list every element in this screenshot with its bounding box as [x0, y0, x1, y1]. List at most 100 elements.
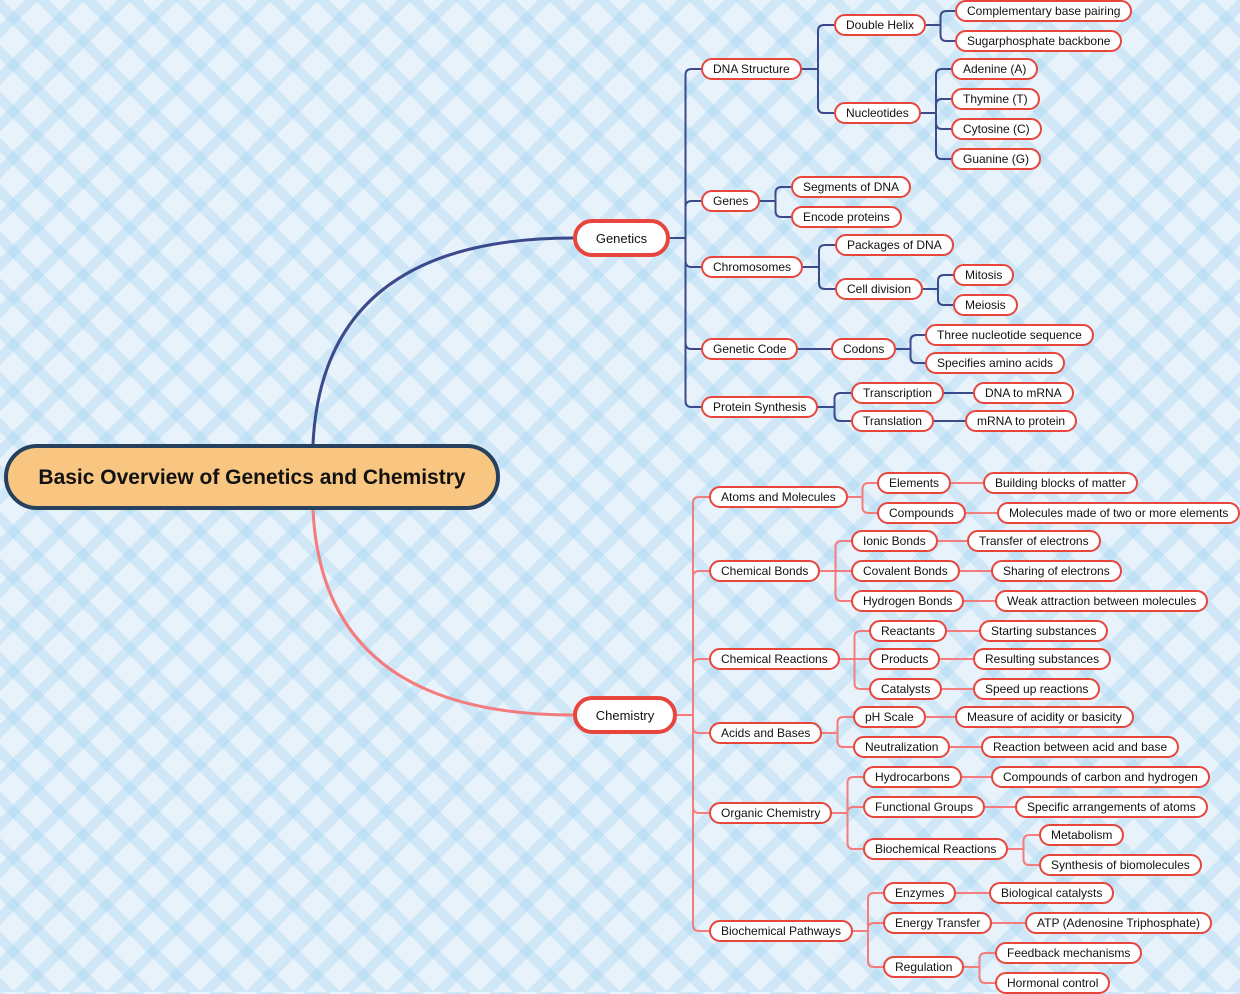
topic-mrna-to-protein[interactable]: mRNA to protein [965, 410, 1078, 432]
topic-adenine[interactable]: Adenine (A) [951, 58, 1039, 80]
topic-nucleotides[interactable]: Nucleotides [834, 102, 921, 124]
topic-molecules-made[interactable]: Molecules made of two or more elements [997, 502, 1240, 524]
topic-encode-proteins[interactable]: Encode proteins [791, 206, 902, 228]
topic-atoms-and-molecules[interactable]: Atoms and Molecules [709, 486, 848, 508]
connector-line [896, 348, 925, 364]
topic-transcription[interactable]: Transcription [851, 382, 944, 404]
topic-chemical-reactions[interactable]: Chemical Reactions [709, 648, 840, 670]
topic-reaction-between-acid-base[interactable]: Reaction between acid and base [981, 736, 1180, 758]
topic-protein-synthesis[interactable]: Protein Synthesis [701, 396, 819, 418]
topic-speed-up-reactions[interactable]: Speed up reactions [973, 678, 1101, 700]
topic-resulting-substances[interactable]: Resulting substances [973, 648, 1112, 670]
connector-line [964, 966, 995, 984]
topic-atp[interactable]: ATP (Adenosine Triphosphate) [1025, 912, 1212, 934]
topic-acids-and-bases[interactable]: Acids and Bases [709, 722, 823, 744]
topic-ph-scale[interactable]: pH Scale [853, 706, 926, 728]
topic-codons[interactable]: Codons [831, 338, 897, 360]
topic-complementary-base-pairing[interactable]: Complementary base pairing [955, 0, 1133, 22]
topic-chromosomes[interactable]: Chromosomes [701, 256, 804, 278]
connector-line [803, 244, 835, 268]
topic-biochemical-pathways[interactable]: Biochemical Pathways [709, 920, 854, 942]
topic-measure-of-acidity[interactable]: Measure of acidity or basicity [955, 706, 1134, 728]
topic-genetics[interactable]: Genetics [573, 219, 670, 257]
topic-meiosis[interactable]: Meiosis [953, 294, 1018, 316]
connector-line [840, 658, 869, 690]
topic-three-nucleotide-sequence[interactable]: Three nucleotide sequence [925, 324, 1094, 346]
topic-thymine[interactable]: Thymine (T) [951, 88, 1040, 110]
connector-line [1008, 848, 1039, 866]
connector-line [964, 952, 995, 968]
connector-line [677, 658, 709, 716]
topic-hydrocarbons[interactable]: Hydrocarbons [863, 766, 962, 788]
connector-line [822, 732, 853, 748]
topic-sugarphosphate-backbone[interactable]: Sugarphosphate backbone [955, 30, 1123, 52]
topic-products[interactable]: Products [869, 648, 941, 670]
connector-line [848, 482, 877, 498]
topic-energy-transfer[interactable]: Energy Transfer [883, 912, 993, 934]
connector-line [926, 10, 955, 26]
connector-line [820, 570, 851, 602]
main-branch-curve [311, 236, 574, 445]
topic-elements[interactable]: Elements [877, 472, 952, 494]
topic-feedback-mechanisms[interactable]: Feedback mechanisms [995, 942, 1143, 964]
topic-building-blocks[interactable]: Building blocks of matter [983, 472, 1138, 494]
connector-line [670, 200, 701, 239]
topic-genes[interactable]: Genes [701, 190, 761, 212]
topic-genetic-code[interactable]: Genetic Code [701, 338, 799, 360]
topic-synthesis-of-biomolecules[interactable]: Synthesis of biomolecules [1039, 854, 1202, 876]
topic-packages-of-dna[interactable]: Packages of DNA [835, 234, 954, 256]
connector-line [802, 24, 834, 70]
topic-segments-of-dna[interactable]: Segments of DNA [791, 176, 912, 198]
topic-enzymes[interactable]: Enzymes [883, 882, 957, 904]
connector-line [670, 237, 701, 408]
topic-cell-division[interactable]: Cell division [835, 278, 924, 300]
connector-line [818, 406, 851, 422]
topic-regulation[interactable]: Regulation [883, 956, 965, 978]
topic-metabolism[interactable]: Metabolism [1039, 824, 1125, 846]
connector-line [760, 200, 791, 218]
topic-organic-chemistry[interactable]: Organic Chemistry [709, 802, 833, 824]
topic-double-helix[interactable]: Double Helix [834, 14, 927, 36]
topic-compounds[interactable]: Compounds [877, 502, 966, 524]
topic-transfer-of-electrons[interactable]: Transfer of electrons [967, 530, 1101, 552]
topic-specifies-amino-acids[interactable]: Specifies amino acids [925, 352, 1066, 374]
topic-biological-catalysts[interactable]: Biological catalysts [989, 882, 1115, 904]
topic-starting-substances[interactable]: Starting substances [979, 620, 1109, 642]
topic-dna-structure[interactable]: DNA Structure [701, 58, 802, 80]
main-branch-curve [311, 509, 574, 717]
topic-neutralization[interactable]: Neutralization [853, 736, 951, 758]
topic-hydrogen-bonds[interactable]: Hydrogen Bonds [851, 590, 965, 612]
connector-line [923, 274, 953, 290]
root-topic[interactable]: Basic Overview of Genetics and Chemistry [4, 444, 500, 510]
topic-dna-to-mrna[interactable]: DNA to mRNA [973, 382, 1074, 404]
topic-hormonal-control[interactable]: Hormonal control [995, 972, 1111, 994]
topic-translation[interactable]: Translation [851, 410, 934, 432]
connector-line [840, 630, 869, 660]
topic-ionic-bonds[interactable]: Ionic Bonds [851, 530, 938, 552]
connector-line [921, 98, 951, 114]
topic-sharing-of-electrons[interactable]: Sharing of electrons [991, 560, 1122, 582]
topic-covalent-bonds[interactable]: Covalent Bonds [851, 560, 960, 582]
topic-catalysts[interactable]: Catalysts [869, 678, 943, 700]
topic-guanine[interactable]: Guanine (G) [951, 148, 1042, 170]
topic-weak-attraction[interactable]: Weak attraction between molecules [995, 590, 1209, 612]
connector-line [820, 540, 851, 572]
connector-line [853, 930, 883, 968]
topic-biochemical-reactions[interactable]: Biochemical Reactions [863, 838, 1009, 860]
topic-reactants[interactable]: Reactants [869, 620, 948, 642]
topic-specific-arrangements[interactable]: Specific arrangements of atoms [1015, 796, 1208, 818]
topic-chemical-bonds[interactable]: Chemical Bonds [709, 560, 821, 582]
connector-line [818, 392, 851, 408]
connector-line [803, 266, 835, 290]
topic-compounds-carbon-hydrogen[interactable]: Compounds of carbon and hydrogen [991, 766, 1210, 788]
topic-mitosis[interactable]: Mitosis [953, 264, 1015, 286]
connector-line [926, 24, 955, 42]
connector-line [802, 68, 834, 114]
topic-functional-groups[interactable]: Functional Groups [863, 796, 986, 818]
connector-line [921, 112, 951, 160]
topic-cytosine[interactable]: Cytosine (C) [951, 118, 1042, 140]
connector-line [848, 496, 877, 514]
topic-chemistry[interactable]: Chemistry [573, 696, 677, 734]
connector-line [760, 186, 791, 202]
connector-line [923, 288, 953, 306]
